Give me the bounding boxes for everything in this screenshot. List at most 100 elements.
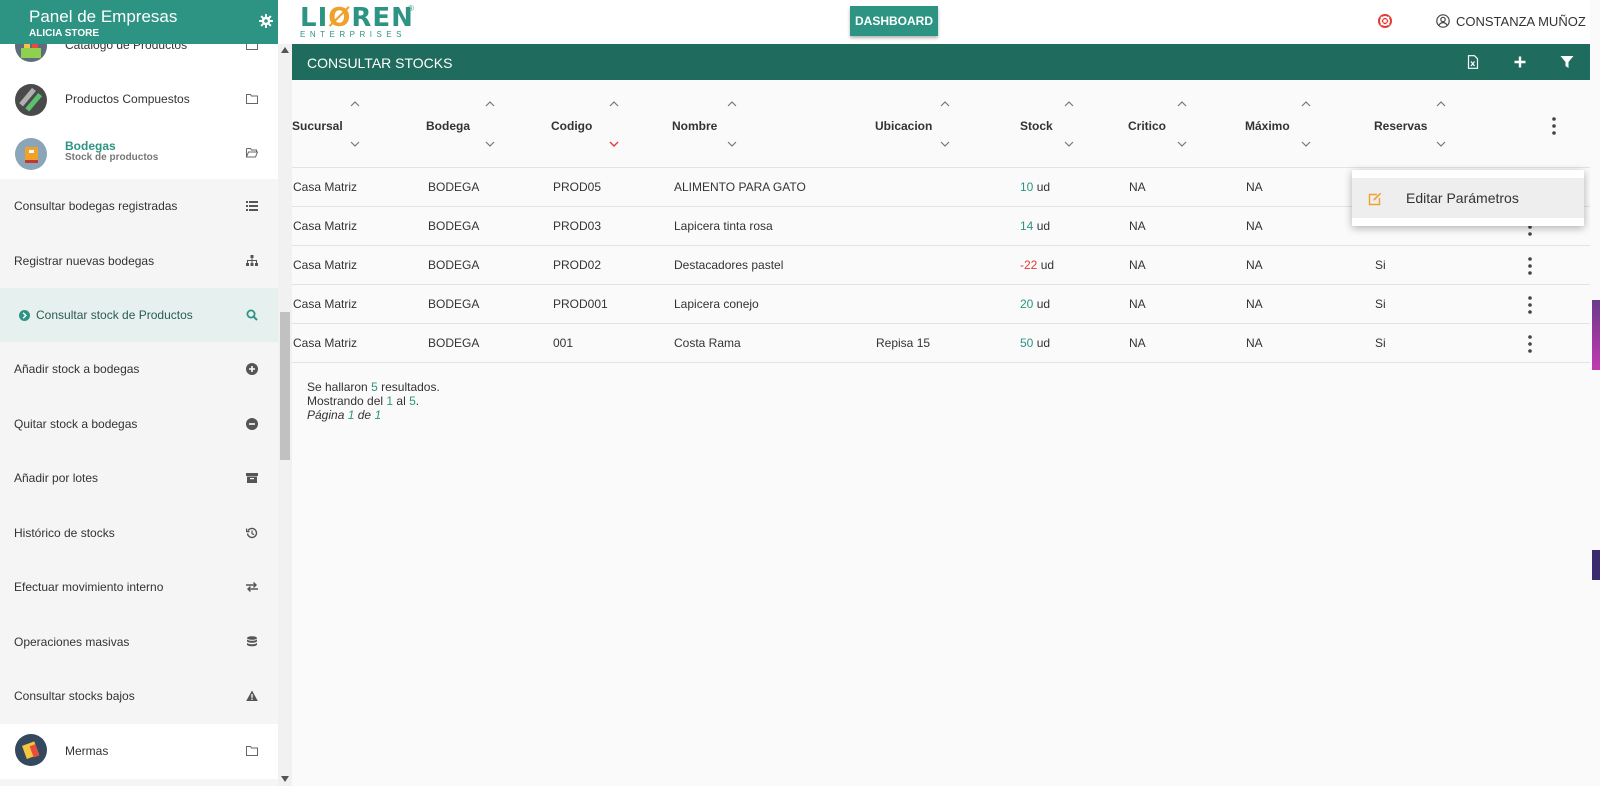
sort-asc-icon[interactable] [1064, 101, 1074, 107]
cell-codigo: 001 [553, 336, 574, 350]
sort-desc-icon[interactable] [1064, 141, 1074, 147]
sort-asc-icon[interactable] [1177, 101, 1187, 107]
table-row[interactable]: Casa Matriz BODEGA PROD02 Destacadores p… [292, 246, 1590, 285]
sort-asc-icon[interactable] [609, 101, 619, 107]
sidebar-header: Panel de Empresas ALICIA STORE [0, 0, 278, 44]
cell-nombre: Lapicera tinta rosa [674, 219, 773, 233]
sidebar-module-catalogo[interactable]: Catálogo de Productos [0, 44, 278, 75]
cell-critico: NA [1129, 180, 1146, 194]
sort-desc-icon[interactable] [1301, 141, 1311, 147]
dashboard-button[interactable]: DASHBOARD [850, 6, 938, 36]
user-name[interactable]: CONSTANZA MUÑOZ [1456, 14, 1586, 29]
table-row[interactable]: Casa Matriz BODEGA PROD001 Lapicera cone… [292, 285, 1590, 324]
plus-circle-icon [246, 363, 258, 375]
summary-text: resultados. [381, 380, 440, 394]
stock-value: 14 [1020, 219, 1034, 233]
sort-desc-icon[interactable] [940, 141, 950, 147]
cell-nombre: ALIMENTO PARA GATO [674, 180, 806, 194]
column-header-label: Nombre [672, 119, 718, 133]
results-range-line: Mostrando del 1 al 5. [307, 394, 440, 408]
sort-asc-icon[interactable] [727, 101, 737, 107]
column-header-label: Codigo [551, 119, 593, 133]
sidebar-item-registrar-bodegas[interactable]: Registrar nuevas bodegas [0, 234, 278, 289]
sidebar-module-compuestos[interactable]: Productos Compuestos [0, 74, 278, 129]
sidebar-scrollbar[interactable] [278, 44, 292, 786]
summary-text: Se hallaron [307, 380, 368, 394]
edit-parameters-menu-item[interactable]: Editar Parámetros [1352, 178, 1584, 218]
results-summary: Se hallaron 5 resultados. Mostrando del … [307, 380, 440, 422]
column-header-ubicacion[interactable]: Ubicacion [875, 80, 1015, 168]
shrinkage-avatar-icon [15, 734, 47, 766]
scroll-down-arrow-icon[interactable] [281, 776, 289, 782]
cell-nombre: Destacadores pastel [674, 258, 784, 272]
column-options-kebab-icon[interactable] [1552, 117, 1556, 135]
column-header-critico[interactable]: Critico [1128, 80, 1240, 168]
row-actions-kebab-icon[interactable] [1528, 296, 1532, 314]
sort-asc-icon[interactable] [485, 101, 495, 107]
cell-codigo: PROD03 [553, 219, 602, 233]
summary-text: al [396, 394, 406, 408]
sort-asc-icon[interactable] [940, 101, 950, 107]
sidebar-item-historico[interactable]: Histórico de stocks [0, 506, 278, 561]
logo[interactable]: LIØREN [300, 3, 414, 33]
cell-critico: NA [1129, 297, 1146, 311]
column-header-codigo[interactable]: Codigo [551, 80, 671, 168]
scroll-up-arrow-icon[interactable] [281, 47, 289, 53]
table-row[interactable]: Casa Matriz BODEGA 001 Costa Rama Repisa… [292, 324, 1590, 363]
column-header-bodega[interactable]: Bodega [426, 80, 548, 168]
minus-circle-icon [246, 418, 258, 430]
cell-sucursal: Casa Matriz [293, 180, 358, 194]
sort-desc-icon[interactable] [1436, 141, 1446, 147]
sidebar-item-stocks-bajos[interactable]: Consultar stocks bajos [0, 669, 278, 724]
sidebar-item-movimiento[interactable]: Efectuar movimiento interno [0, 560, 278, 615]
sidebar-scrollbar-thumb[interactable] [280, 312, 290, 460]
sidebar-item-masivas[interactable]: Operaciones masivas [0, 615, 278, 670]
table-header: Sucursal Bodega Codigo Nombre Ubicacion … [292, 80, 1590, 168]
cell-maximo: NA [1246, 297, 1263, 311]
search-icon [246, 309, 258, 321]
sort-desc-icon[interactable] [485, 141, 495, 147]
cell-sucursal: Casa Matriz [293, 297, 358, 311]
sidebar-module-bodegas[interactable]: Bodegas Stock de productos [0, 128, 278, 183]
sidebar-item-anadir-stock[interactable]: Añadir stock a bodegas [0, 342, 278, 397]
sidebar-item-quitar-stock[interactable]: Quitar stock a bodegas [0, 397, 278, 452]
column-header-sucursal[interactable]: Sucursal [292, 80, 424, 168]
user-circle-icon[interactable] [1436, 14, 1450, 28]
gear-icon[interactable] [258, 13, 274, 29]
composite-products-avatar-icon [15, 84, 47, 116]
sort-desc-icon[interactable] [727, 141, 737, 147]
lifebuoy-help-icon[interactable] [1378, 14, 1392, 28]
sort-desc-icon[interactable] [350, 141, 360, 147]
row-actions-kebab-icon[interactable] [1528, 335, 1532, 353]
add-icon[interactable] [1513, 55, 1527, 69]
logo-registered-mark: ® [408, 4, 414, 13]
filter-icon[interactable] [1560, 55, 1574, 69]
row-actions-kebab-icon[interactable] [1528, 257, 1532, 275]
column-header-reservas[interactable]: Reservas [1374, 80, 1514, 168]
results-count-line: Se hallaron 5 resultados. [307, 380, 440, 394]
column-header-label: Máximo [1245, 119, 1290, 133]
cell-bodega: BODEGA [428, 180, 480, 194]
catalog-avatar-icon [15, 44, 47, 62]
sort-asc-icon[interactable] [1436, 101, 1446, 107]
sort-desc-icon[interactable] [1177, 141, 1187, 147]
sidebar-item-label: Consultar stocks bajos [14, 689, 135, 703]
column-header-nombre[interactable]: Nombre [672, 80, 872, 168]
cell-bodega: BODEGA [428, 258, 480, 272]
column-header-maximo[interactable]: Máximo [1245, 80, 1370, 168]
cell-bodega: BODEGA [428, 219, 480, 233]
sidebar-item-consultar-bodegas[interactable]: Consultar bodegas registradas [0, 179, 278, 234]
sidebar-item-anadir-lotes[interactable]: Añadir por lotes [0, 451, 278, 506]
archive-icon [246, 473, 258, 483]
column-header-stock[interactable]: Stock [1020, 80, 1125, 168]
sidebar-item-consultar-stock[interactable]: Consultar stock de Productos [0, 288, 278, 343]
edit-icon [1368, 192, 1382, 206]
sort-desc-active-icon[interactable] [609, 141, 619, 147]
sort-asc-icon[interactable] [350, 101, 360, 107]
logo-subtitle: ENTERPRISES [300, 30, 406, 39]
cell-codigo: PROD02 [553, 258, 602, 272]
sort-asc-icon[interactable] [1301, 101, 1311, 107]
stock-unit: ud [1036, 297, 1051, 311]
excel-export-icon[interactable] [1466, 55, 1480, 69]
sidebar-module-mermas[interactable]: Mermas [0, 724, 278, 779]
